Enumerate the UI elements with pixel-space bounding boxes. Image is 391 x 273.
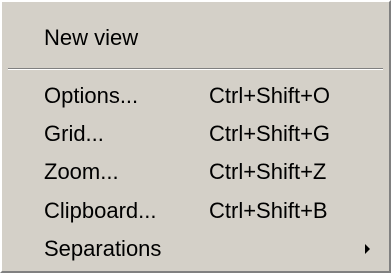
menu-item-label: Clipboard... bbox=[44, 198, 157, 223]
menu-item-zoom[interactable]: Zoom... Ctrl+Shift+Z bbox=[8, 154, 383, 190]
menu-item-clipboard[interactable]: Clipboard... Ctrl+Shift+B bbox=[8, 193, 383, 229]
menu-item-options[interactable]: Options... Ctrl+Shift+O bbox=[8, 78, 383, 114]
menu-item-label: Separations bbox=[44, 236, 162, 261]
menu-separator bbox=[8, 68, 383, 70]
menu-item-shortcut: Ctrl+Shift+B bbox=[209, 198, 328, 223]
submenu-arrow-icon bbox=[365, 244, 370, 254]
menu-item-separations[interactable]: Separations bbox=[8, 231, 383, 267]
menu-item-shortcut: Ctrl+Shift+G bbox=[209, 121, 331, 146]
menu-item-label: Grid... bbox=[44, 121, 104, 146]
menu-item-label: New view bbox=[44, 25, 139, 50]
menu-item-label: Zoom... bbox=[44, 159, 119, 184]
menu-item-shortcut: Ctrl+Shift+Z bbox=[209, 159, 327, 184]
context-menu: New view Options... Ctrl+Shift+O Grid...… bbox=[0, 0, 391, 273]
menu-item-label: Options... bbox=[44, 83, 139, 108]
menu-item-grid[interactable]: Grid... Ctrl+Shift+G bbox=[8, 116, 383, 152]
menu-item-shortcut: Ctrl+Shift+O bbox=[209, 83, 331, 108]
menu-item-new-view[interactable]: New view bbox=[8, 20, 383, 56]
